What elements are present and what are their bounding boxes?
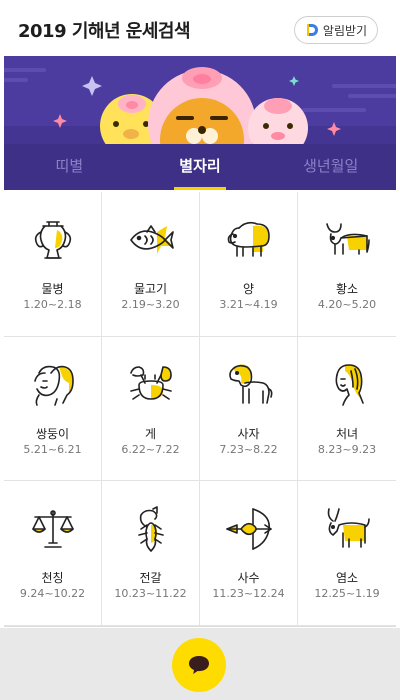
sign-name: 사자 [237, 426, 260, 441]
libra-icon [31, 510, 74, 549]
sign-dates: 11.23~12.24 [212, 587, 285, 601]
sagittarius-icon [225, 508, 272, 551]
sign-dates: 8.23~9.23 [317, 442, 377, 456]
sign-name: 천칭 [41, 571, 64, 586]
sign-dates: 4.20~5.20 [317, 298, 377, 311]
cancer-icon [129, 365, 172, 400]
sign-card-pisces[interactable]: 물고기 2.19~3.20 [102, 192, 200, 337]
aquarius-icon [34, 221, 71, 259]
aries-icon [227, 221, 270, 257]
fortune-page: 2019 기해년 운세검색 알림받기 띠별 별자리 생년월일 물병 1.20~2… [0, 0, 400, 628]
tab-bar: 띠별 별자리 생년월일 [4, 144, 396, 190]
pisces-icon [129, 225, 174, 254]
sign-card-virgo[interactable]: 처녀 8.23~9.23 [298, 337, 396, 482]
sign-dates: 1.20~2.18 [23, 298, 82, 311]
chat-button[interactable] [172, 638, 226, 692]
sign-grid: 물병 1.20~2.18 물고기 2.19~3.20 양 3.21~4.19 황… [4, 192, 396, 627]
sign-name: 사수 [237, 571, 260, 586]
sign-card-gemini[interactable]: 쌍둥이 5.21~6.21 [4, 336, 102, 482]
sign-dates: 5.21~6.21 [23, 442, 82, 456]
sign-dates: 3.21~4.19 [219, 298, 278, 311]
sign-card-cancer[interactable]: 게 6.22~7.22 [102, 336, 200, 482]
sign-name: 처녀 [335, 426, 359, 441]
chat-bubble-icon [189, 656, 209, 674]
sign-name: 물고기 [133, 282, 168, 296]
tab-birthdate[interactable]: 생년월일 [265, 144, 396, 190]
sign-name: 물병 [41, 282, 64, 296]
sign-card-leo[interactable]: 사자 7.23~8.22 [200, 336, 298, 482]
sign-dates: 9.24~10.22 [19, 587, 86, 601]
sign-card-libra[interactable]: 천칭 9.24~10.22 [4, 481, 102, 626]
sign-name: 쌍둥이 [35, 426, 70, 441]
scorpio-icon [137, 506, 164, 553]
leo-icon [228, 364, 272, 404]
sign-card-capricorn[interactable]: 염소 12.25~1.19 [298, 481, 396, 626]
capricorn-icon [327, 508, 370, 549]
sign-card-aries[interactable]: 양 3.21~4.19 [200, 192, 298, 337]
tab-zodiac-animal[interactable]: 띠별 [4, 144, 135, 190]
alert-subscribe-button[interactable]: 알림받기 [294, 16, 378, 44]
sign-dates: 6.22~7.22 [121, 442, 180, 456]
taurus-icon [326, 223, 370, 255]
page-title: 2019 기해년 운세검색 [18, 21, 191, 42]
sign-dates: 12.25~1.19 [314, 587, 380, 601]
alert-subscribe-label: 알림받기 [322, 23, 368, 38]
sign-dates: 10.23~11.22 [114, 587, 187, 601]
sign-dates: 7.23~8.22 [219, 442, 278, 456]
virgo-icon [335, 363, 364, 406]
sign-name: 양 [242, 282, 255, 296]
sign-card-aquarius[interactable]: 물병 1.20~2.18 [4, 192, 102, 337]
sign-dates: 2.19~3.20 [121, 298, 180, 311]
sign-card-sagittarius[interactable]: 사수 11.23~12.24 [200, 481, 298, 626]
alert-logo-icon [306, 24, 318, 36]
banner-image [4, 56, 396, 144]
sign-name: 전갈 [139, 571, 162, 586]
tab-constellation[interactable]: 별자리 [135, 144, 266, 190]
header: 2019 기해년 운세검색 알림받기 [0, 0, 400, 56]
sign-card-scorpio[interactable]: 전갈 10.23~11.22 [102, 481, 200, 626]
sign-name: 게 [144, 426, 157, 441]
sign-card-taurus[interactable]: 황소 4.20~5.20 [298, 192, 396, 337]
sign-name: 황소 [335, 282, 359, 296]
gemini-icon [33, 365, 74, 406]
sign-name: 염소 [335, 571, 359, 586]
